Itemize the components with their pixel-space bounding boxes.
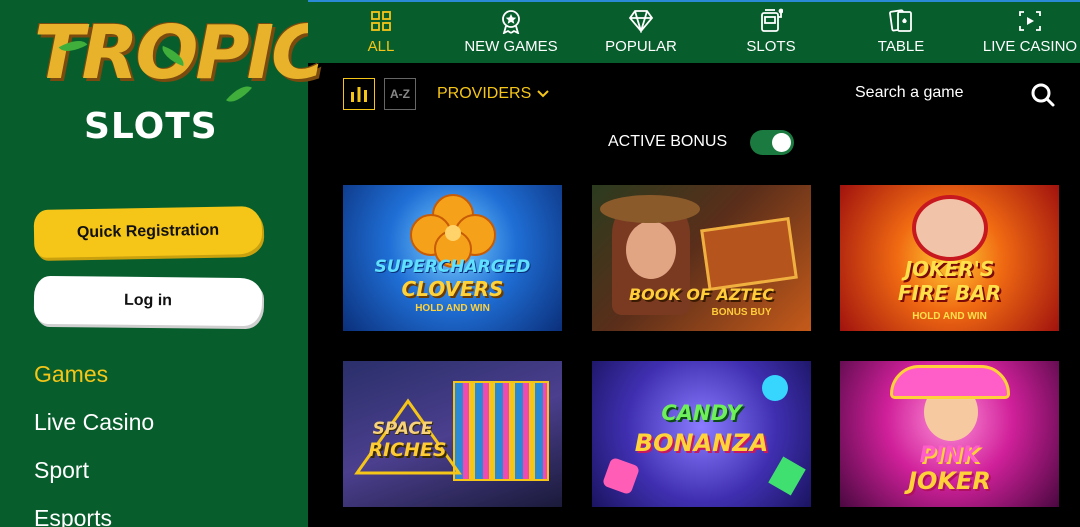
candy-decoration — [601, 456, 641, 496]
explorer-hat — [600, 195, 700, 223]
aztec-book — [700, 217, 798, 291]
candy-decoration — [768, 456, 806, 496]
search-input[interactable]: Search a game — [855, 84, 964, 102]
game-title-line1: SUPERCHARGED — [374, 257, 531, 277]
tab-table[interactable]: TABLE — [870, 2, 932, 65]
joker-face — [912, 195, 988, 261]
tab-label: NEW GAMES — [464, 38, 558, 55]
casino-page: TROPIC SLOTS Quick Registration Log in G… — [0, 0, 1080, 527]
game-tile-jokers-fire-bar[interactable]: JOKER'S FIRE BAR HOLD AND WIN — [840, 185, 1059, 331]
game-tile-book-of-aztec[interactable]: BOOK OF AZTEC BONUS BUY — [592, 185, 811, 331]
chevron-down-icon — [537, 90, 549, 98]
game-title-line2: JOKER — [908, 467, 991, 495]
sidebar-link-games[interactable]: Games — [34, 361, 108, 388]
game-subtitle: HOLD AND WIN — [912, 311, 987, 322]
game-title-line1: PINK — [919, 443, 980, 468]
game-title-line1: SPACE — [372, 419, 433, 439]
tab-label: POPULAR — [605, 38, 677, 55]
logo-text-tropic: TROPIC — [34, 10, 325, 96]
game-subtitle: BONUS BUY — [711, 307, 772, 318]
bar-chart-icon — [351, 87, 367, 102]
active-bonus-label: ACTIVE BONUS — [608, 133, 728, 150]
brand-logo[interactable]: TROPIC SLOTS — [30, 10, 325, 150]
grid-icon — [368, 8, 394, 34]
toggle-knob — [772, 133, 791, 152]
game-tile-candy-bonanza[interactable]: CANDY BONANZA — [592, 361, 811, 507]
category-nav: ALL NEW GAMES POPULAR SLOTS TABLE LIVE C… — [308, 0, 1080, 63]
game-title-line1: CANDY — [661, 401, 742, 425]
providers-label: PROVIDERS — [437, 85, 532, 102]
game-tile-supercharged-clovers[interactable]: SUPERCHARGED CLOVERS HOLD AND WIN — [343, 185, 562, 331]
live-screen-icon — [1017, 8, 1043, 34]
logo-text-slots: SLOTS — [84, 106, 218, 147]
sort-az-button[interactable]: A-Z — [384, 78, 416, 110]
tab-popular[interactable]: POPULAR — [600, 2, 682, 65]
game-title-line2: FIRE BAR — [897, 281, 1002, 305]
tab-new-games[interactable]: NEW GAMES — [462, 2, 560, 65]
tab-all[interactable]: ALL — [354, 2, 408, 65]
game-title-line1: BOOK OF AZTEC — [628, 285, 775, 304]
sort-popularity-button[interactable] — [343, 78, 375, 110]
sidebar-link-esports[interactable]: Esports — [34, 505, 112, 527]
search-icon[interactable] — [1030, 82, 1056, 108]
sort-az-label: A-Z — [390, 87, 410, 101]
quick-registration-button[interactable]: Quick Registration — [33, 206, 263, 258]
tab-live-casino[interactable]: LIVE CASINO — [980, 2, 1080, 65]
cards-icon — [888, 8, 914, 34]
sidebar-link-sport[interactable]: Sport — [34, 457, 89, 484]
game-title-line2: BONANZA — [634, 429, 769, 457]
medal-icon — [498, 8, 524, 34]
game-tile-space-riches[interactable]: SPACE RICHES — [343, 361, 562, 507]
joker-hat — [890, 365, 1010, 399]
active-bonus-toggle[interactable] — [750, 130, 794, 155]
tab-label: SLOTS — [746, 38, 796, 55]
tab-slots[interactable]: SLOTS — [738, 2, 804, 65]
game-title-line2: RICHES — [368, 439, 447, 461]
tab-label: LIVE CASINO — [982, 38, 1078, 55]
tab-label: TABLE — [877, 38, 925, 55]
slot-machine-icon — [758, 8, 784, 34]
game-subtitle: HOLD AND WIN — [415, 303, 490, 314]
diamond-icon — [628, 8, 654, 34]
sidebar-link-live-casino[interactable]: Live Casino — [34, 409, 154, 436]
sidebar: TROPIC SLOTS Quick Registration Log in G… — [0, 0, 325, 527]
game-title-line1: JOKER'S — [904, 257, 995, 281]
game-tile-pink-joker[interactable]: PINK JOKER — [840, 361, 1059, 507]
explorer-face — [626, 221, 676, 279]
tab-label: ALL — [367, 38, 395, 55]
game-title-line2: CLOVERS — [401, 277, 504, 301]
providers-dropdown[interactable]: PROVIDERS — [437, 85, 549, 103]
login-button[interactable]: Log in — [33, 275, 263, 327]
candy-decoration — [762, 375, 788, 401]
